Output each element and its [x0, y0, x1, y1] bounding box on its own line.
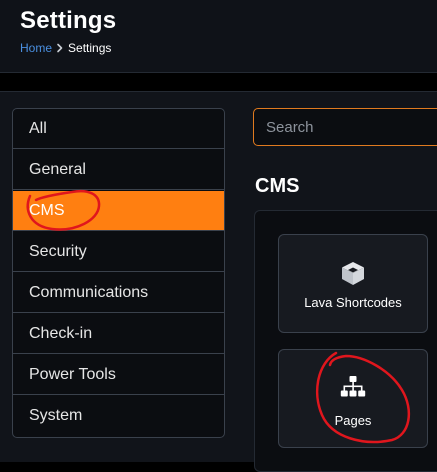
sitemap-icon [340, 376, 366, 397]
chevron-right-icon [57, 43, 63, 53]
tile-label: Lava Shortcodes [304, 295, 402, 310]
tile-label: Pages [334, 413, 372, 428]
nav-item-communications[interactable]: Communications [13, 273, 224, 313]
tiles-container: Lava Shortcodes Pages [254, 210, 437, 472]
settings-category-nav: All General CMS Security Communications … [12, 108, 225, 438]
nav-item-cms[interactable]: CMS [13, 191, 224, 231]
nav-item-power-tools[interactable]: Power Tools [13, 355, 224, 395]
tile-lava-shortcodes[interactable]: Lava Shortcodes [278, 234, 428, 333]
section-title: CMS [255, 175, 300, 197]
search-input[interactable] [254, 109, 437, 145]
breadcrumb-home-link[interactable]: Home [20, 41, 52, 55]
tile-pages[interactable]: Pages [278, 349, 428, 448]
nav-item-check-in[interactable]: Check-in [13, 314, 224, 354]
breadcrumb-current: Settings [68, 41, 112, 55]
nav-item-all[interactable]: All [13, 109, 224, 149]
cube-icon [342, 262, 364, 285]
breadcrumb: Home Settings [20, 41, 111, 55]
page-header: Settings Home Settings [0, 0, 437, 73]
search-box [253, 108, 437, 146]
page-title: Settings [20, 7, 117, 34]
nav-item-general[interactable]: General [13, 150, 224, 190]
nav-item-system[interactable]: System [13, 396, 224, 436]
nav-item-security[interactable]: Security [13, 232, 224, 272]
